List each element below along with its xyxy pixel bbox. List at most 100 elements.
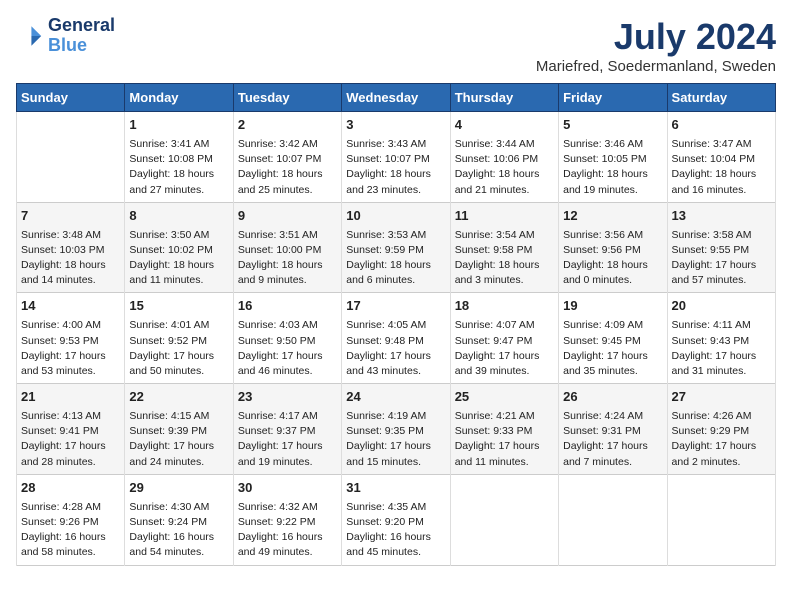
day-number: 3 xyxy=(346,116,445,135)
day-content: Sunrise: 4:17 AM Sunset: 9:37 PM Dayligh… xyxy=(238,409,337,470)
day-content: Sunrise: 3:42 AM Sunset: 10:07 PM Daylig… xyxy=(238,137,337,198)
day-number: 26 xyxy=(563,388,662,407)
calendar-table: SundayMondayTuesdayWednesdayThursdayFrid… xyxy=(16,83,776,566)
day-header-sunday: Sunday xyxy=(17,84,125,112)
day-content: Sunrise: 4:07 AM Sunset: 9:47 PM Dayligh… xyxy=(455,318,554,379)
calendar-cell: 24Sunrise: 4:19 AM Sunset: 9:35 PM Dayli… xyxy=(342,384,450,475)
calendar-cell: 11 Sunrise: 3:54 AM Sunset: 9:58 PM Dayli… xyxy=(450,202,558,293)
calendar-cell: 31Sunrise: 4:35 AM Sunset: 9:20 PM Dayli… xyxy=(342,474,450,565)
calendar-cell xyxy=(450,474,558,565)
calendar-cell: 28Sunrise: 4:28 AM Sunset: 9:26 PM Dayli… xyxy=(17,474,125,565)
calendar-cell: 14 Sunrise: 4:00 AM Sunset: 9:53 PM Dayli… xyxy=(17,293,125,384)
day-number: 25 xyxy=(455,388,554,407)
day-number: 8 xyxy=(129,207,228,226)
calendar-cell: 1Sunrise: 3:41 AM Sunset: 10:08 PM Dayli… xyxy=(125,112,233,203)
day-content: Sunrise: 3:54 AM Sunset: 9:58 PM Dayligh… xyxy=(455,228,554,289)
calendar-cell: 29 Sunrise: 4:30 AM Sunset: 9:24 PM Dayli… xyxy=(125,474,233,565)
day-number: 17 xyxy=(346,297,445,316)
day-header-friday: Friday xyxy=(559,84,667,112)
calendar-cell: 13 Sunrise: 3:58 AM Sunset: 9:55 PM Dayli… xyxy=(667,202,775,293)
calendar-cell: 12 Sunrise: 3:56 AM Sunset: 9:56 PM Dayli… xyxy=(559,202,667,293)
day-content: Sunrise: 3:47 AM Sunset: 10:04 PM Daylig… xyxy=(672,137,771,198)
day-content: Sunrise: 3:44 AM Sunset: 10:06 PM Daylig… xyxy=(455,137,554,198)
calendar-header-row: SundayMondayTuesdayWednesdayThursdayFrid… xyxy=(17,84,776,112)
day-content: Sunrise: 3:50 AM Sunset: 10:02 PM Daylig… xyxy=(129,228,228,289)
day-header-tuesday: Tuesday xyxy=(233,84,341,112)
day-number: 16 xyxy=(238,297,337,316)
calendar-cell: 15 Sunrise: 4:01 AM Sunset: 9:52 PM Dayli… xyxy=(125,293,233,384)
logo: General Blue xyxy=(16,16,115,56)
day-content: Sunrise: 4:15 AM Sunset: 9:39 PM Dayligh… xyxy=(129,409,228,470)
day-number: 6 xyxy=(672,116,771,135)
calendar-cell: 6 Sunrise: 3:47 AM Sunset: 10:04 PM Dayli… xyxy=(667,112,775,203)
day-number: 5 xyxy=(563,116,662,135)
calendar-cell: 18 Sunrise: 4:07 AM Sunset: 9:47 PM Dayli… xyxy=(450,293,558,384)
day-content: Sunrise: 4:03 AM Sunset: 9:50 PM Dayligh… xyxy=(238,318,337,379)
day-number: 21 xyxy=(21,388,120,407)
logo-icon xyxy=(16,22,44,50)
calendar-week-1: 1Sunrise: 3:41 AM Sunset: 10:08 PM Dayli… xyxy=(17,112,776,203)
month-title: July 2024 xyxy=(536,16,776,58)
day-content: Sunrise: 4:00 AM Sunset: 9:53 PM Dayligh… xyxy=(21,318,120,379)
day-header-saturday: Saturday xyxy=(667,84,775,112)
day-content: Sunrise: 4:30 AM Sunset: 9:24 PM Dayligh… xyxy=(129,500,228,561)
day-content: Sunrise: 3:53 AM Sunset: 9:59 PM Dayligh… xyxy=(346,228,445,289)
day-content: Sunrise: 4:11 AM Sunset: 9:43 PM Dayligh… xyxy=(672,318,771,379)
day-content: Sunrise: 4:01 AM Sunset: 9:52 PM Dayligh… xyxy=(129,318,228,379)
calendar-cell: 23 Sunrise: 4:17 AM Sunset: 9:37 PM Dayli… xyxy=(233,384,341,475)
calendar-cell: 9Sunrise: 3:51 AM Sunset: 10:00 PM Dayli… xyxy=(233,202,341,293)
day-number: 7 xyxy=(21,207,120,226)
day-number: 28 xyxy=(21,479,120,498)
day-number: 11 xyxy=(455,207,554,226)
day-number: 18 xyxy=(455,297,554,316)
calendar-cell: 20 Sunrise: 4:11 AM Sunset: 9:43 PM Dayli… xyxy=(667,293,775,384)
day-content: Sunrise: 4:09 AM Sunset: 9:45 PM Dayligh… xyxy=(563,318,662,379)
calendar-cell: 26 Sunrise: 4:24 AM Sunset: 9:31 PM Dayli… xyxy=(559,384,667,475)
day-content: Sunrise: 4:21 AM Sunset: 9:33 PM Dayligh… xyxy=(455,409,554,470)
calendar-cell: 30Sunrise: 4:32 AM Sunset: 9:22 PM Dayli… xyxy=(233,474,341,565)
calendar-cell: 7 Sunrise: 3:48 AM Sunset: 10:03 PM Dayli… xyxy=(17,202,125,293)
calendar-cell: 17 Sunrise: 4:05 AM Sunset: 9:48 PM Dayli… xyxy=(342,293,450,384)
day-header-thursday: Thursday xyxy=(450,84,558,112)
day-number: 20 xyxy=(672,297,771,316)
day-number: 24 xyxy=(346,388,445,407)
calendar-cell xyxy=(559,474,667,565)
calendar-cell: 27Sunrise: 4:26 AM Sunset: 9:29 PM Dayli… xyxy=(667,384,775,475)
day-content: Sunrise: 4:13 AM Sunset: 9:41 PM Dayligh… xyxy=(21,409,120,470)
day-number: 2 xyxy=(238,116,337,135)
calendar-cell: 3 Sunrise: 3:43 AM Sunset: 10:07 PM Dayli… xyxy=(342,112,450,203)
calendar-cell: 4 Sunrise: 3:44 AM Sunset: 10:06 PM Dayli… xyxy=(450,112,558,203)
calendar-cell xyxy=(667,474,775,565)
day-number: 1 xyxy=(129,116,228,135)
day-number: 23 xyxy=(238,388,337,407)
calendar-cell xyxy=(17,112,125,203)
day-number: 13 xyxy=(672,207,771,226)
day-content: Sunrise: 3:56 AM Sunset: 9:56 PM Dayligh… xyxy=(563,228,662,289)
title-area: July 2024 Mariefred, Soedermanland, Swed… xyxy=(536,16,776,75)
day-number: 15 xyxy=(129,297,228,316)
location-subtitle: Mariefred, Soedermanland, Sweden xyxy=(536,58,776,75)
calendar-week-3: 14 Sunrise: 4:00 AM Sunset: 9:53 PM Dayli… xyxy=(17,293,776,384)
day-content: Sunrise: 3:43 AM Sunset: 10:07 PM Daylig… xyxy=(346,137,445,198)
day-number: 19 xyxy=(563,297,662,316)
day-number: 29 xyxy=(129,479,228,498)
day-number: 10 xyxy=(346,207,445,226)
day-content: Sunrise: 3:58 AM Sunset: 9:55 PM Dayligh… xyxy=(672,228,771,289)
logo-text: General Blue xyxy=(48,16,115,56)
day-content: Sunrise: 3:48 AM Sunset: 10:03 PM Daylig… xyxy=(21,228,120,289)
day-number: 31 xyxy=(346,479,445,498)
calendar-cell: 19 Sunrise: 4:09 AM Sunset: 9:45 PM Dayli… xyxy=(559,293,667,384)
day-number: 12 xyxy=(563,207,662,226)
day-content: Sunrise: 4:24 AM Sunset: 9:31 PM Dayligh… xyxy=(563,409,662,470)
day-header-monday: Monday xyxy=(125,84,233,112)
day-number: 14 xyxy=(21,297,120,316)
day-number: 9 xyxy=(238,207,337,226)
calendar-week-4: 21 Sunrise: 4:13 AM Sunset: 9:41 PM Dayli… xyxy=(17,384,776,475)
calendar-cell: 22Sunrise: 4:15 AM Sunset: 9:39 PM Dayli… xyxy=(125,384,233,475)
calendar-cell: 16 Sunrise: 4:03 AM Sunset: 9:50 PM Dayli… xyxy=(233,293,341,384)
calendar-body: 1Sunrise: 3:41 AM Sunset: 10:08 PM Dayli… xyxy=(17,112,776,566)
day-number: 4 xyxy=(455,116,554,135)
day-content: Sunrise: 4:05 AM Sunset: 9:48 PM Dayligh… xyxy=(346,318,445,379)
day-number: 30 xyxy=(238,479,337,498)
calendar-cell: 2 Sunrise: 3:42 AM Sunset: 10:07 PM Dayli… xyxy=(233,112,341,203)
